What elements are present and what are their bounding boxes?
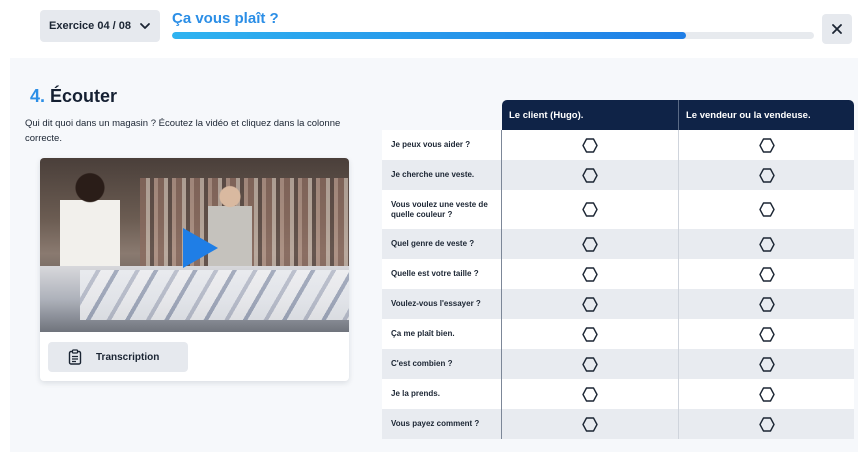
option-client-cell[interactable] (502, 130, 678, 160)
grid-row: Je peux vous aider ? (382, 130, 854, 160)
hexagon-radio-icon[interactable] (582, 236, 598, 252)
option-seller-cell[interactable] (678, 319, 854, 349)
section-number: 4. (30, 86, 46, 106)
hexagon-radio-icon[interactable] (582, 296, 598, 312)
option-client-cell[interactable] (502, 289, 678, 319)
exercise-selector[interactable]: Exercice 04 / 08 (40, 10, 160, 42)
progress-bar (172, 32, 814, 39)
transcription-button[interactable]: Transcription (48, 342, 188, 372)
hexagon-radio-icon[interactable] (582, 416, 598, 432)
option-seller-cell[interactable] (678, 160, 854, 190)
row-label: Je peux vous aider ? (382, 130, 502, 160)
hexagon-radio-icon[interactable] (758, 326, 775, 342)
instruction-text: Qui dit quoi dans un magasin ? Écoutez l… (25, 118, 341, 144)
column-header-seller: Le vendeur ou la vendeuse. (678, 100, 854, 130)
hexagon-radio-icon[interactable] (758, 356, 775, 372)
grid-row: Quelle est votre taille ? (382, 259, 854, 289)
option-seller-cell[interactable] (678, 379, 854, 409)
hexagon-radio-icon[interactable] (758, 167, 775, 183)
play-icon[interactable] (180, 226, 220, 270)
hexagon-radio-icon[interactable] (582, 202, 598, 217)
option-seller-cell[interactable] (678, 190, 854, 229)
hexagon-radio-icon[interactable] (582, 266, 598, 282)
row-label: Vous payez comment ? (382, 409, 502, 439)
exercise-label: Exercice 04 / 08 (49, 20, 131, 32)
hexagon-radio-icon[interactable] (582, 386, 598, 402)
video-card: Transcription (40, 158, 349, 381)
grid-header: Le client (Hugo). Le vendeur ou la vende… (382, 100, 854, 130)
video-scene-shirts (80, 270, 349, 320)
option-seller-cell[interactable] (678, 349, 854, 379)
hexagon-radio-icon[interactable] (758, 137, 775, 153)
row-label: Je cherche une veste. (382, 160, 502, 190)
hexagon-radio-icon[interactable] (582, 137, 598, 153)
chevron-down-icon (140, 23, 150, 29)
close-icon (832, 24, 842, 34)
option-client-cell[interactable] (502, 190, 678, 229)
hexagon-radio-icon[interactable] (758, 296, 775, 312)
grid-row: Je cherche une veste. (382, 160, 854, 190)
grid-row: Vous voulez une veste de quelle couleur … (382, 190, 854, 229)
grid-row: Vous payez comment ? (382, 409, 854, 439)
option-client-cell[interactable] (502, 229, 678, 259)
option-client-cell[interactable] (502, 349, 678, 379)
hexagon-radio-icon[interactable] (758, 236, 775, 252)
hexagon-radio-icon[interactable] (582, 167, 598, 183)
section-heading: 4. Écouter (30, 86, 117, 107)
option-client-cell[interactable] (502, 409, 678, 439)
hexagon-radio-icon[interactable] (582, 326, 598, 342)
option-seller-cell[interactable] (678, 289, 854, 319)
section-title: Écouter (50, 86, 118, 106)
option-seller-cell[interactable] (678, 409, 854, 439)
row-label: Quel genre de veste ? (382, 229, 502, 259)
grid-row: Je la prends. (382, 379, 854, 409)
close-button[interactable] (822, 14, 852, 44)
transcription-label: Transcription (96, 351, 160, 363)
option-client-cell[interactable] (502, 319, 678, 349)
option-seller-cell[interactable] (678, 130, 854, 160)
grid-row: Voulez-vous l'essayer ? (382, 289, 854, 319)
hexagon-radio-icon[interactable] (758, 266, 775, 282)
column-header-client: Le client (Hugo). (502, 100, 678, 130)
grid-body: Je peux vous aider ? Je cherche une veste… (382, 130, 854, 439)
grid-row: C'est combien ? (382, 349, 854, 379)
grid-row: Ça me plaît bien. (382, 319, 854, 349)
row-label: Ça me plaît bien. (382, 319, 502, 349)
page-title: Ça vous plaît ? (172, 10, 279, 27)
answer-grid: Le client (Hugo). Le vendeur ou la vende… (382, 100, 854, 439)
clipboard-icon (68, 349, 82, 365)
option-seller-cell[interactable] (678, 259, 854, 289)
hexagon-radio-icon[interactable] (758, 416, 775, 432)
option-client-cell[interactable] (502, 160, 678, 190)
row-label: Quelle est votre taille ? (382, 259, 502, 289)
row-label: Voulez-vous l'essayer ? (382, 289, 502, 319)
row-label: C'est combien ? (382, 349, 502, 379)
hexagon-radio-icon[interactable] (758, 202, 775, 217)
option-client-cell[interactable] (502, 259, 678, 289)
option-client-cell[interactable] (502, 379, 678, 409)
option-seller-cell[interactable] (678, 229, 854, 259)
video-scene-person (60, 172, 120, 270)
video-player[interactable] (40, 158, 349, 332)
header-bar: Exercice 04 / 08 Ça vous plaît ? (0, 0, 866, 52)
grid-row: Quel genre de veste ? (382, 229, 854, 259)
progress-fill (172, 32, 686, 39)
hexagon-radio-icon[interactable] (582, 356, 598, 372)
row-label: Vous voulez une veste de quelle couleur … (382, 190, 502, 229)
hexagon-radio-icon[interactable] (758, 386, 775, 402)
row-label: Je la prends. (382, 379, 502, 409)
